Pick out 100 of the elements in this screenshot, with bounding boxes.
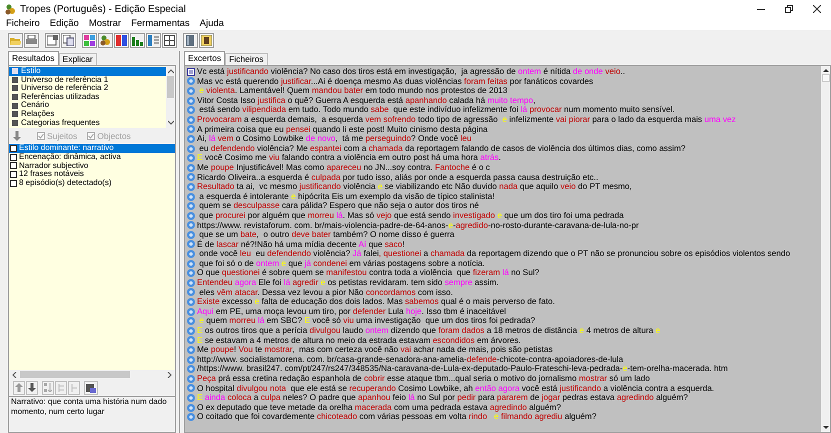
tab[interactable]: Resultados [8, 51, 59, 65]
excerpt-text: a esquerda é intolerante e hipócrita Eis um exemplo da visão de típico stalinista! [198, 192, 494, 202]
menu-item[interactable]: Fermamentas [130, 16, 191, 32]
toolbar-button[interactable] [98, 32, 113, 48]
book-icon [185, 34, 196, 46]
excerpt-text: A primeira coisa que eu pensei quando li este post! Muito cinismo desta página [197, 124, 488, 134]
toolbar-button[interactable] [183, 32, 198, 48]
excerpt-text: Vc está justificando violência? No caso dos tiros está em investigação, ja agressão de ontem é nítida de onde veio.. [197, 67, 626, 77]
excerpt-text: O ex deputado que teve metade da orelha macerada com uma pedrada estava agredindo alguém? [197, 402, 561, 412]
close-icon [813, 5, 821, 13]
excerpt-text: E você Cosimo me viu falando contra a violência em outro post há uma hora atrás. [197, 153, 501, 163]
color-blocks-icon [116, 34, 127, 46]
toolbar-button[interactable] [199, 32, 214, 48]
horizontal-scrollbar[interactable] [9, 370, 175, 379]
excerpt-text: E se estavam a 4 metros de altura no meio da estrada estavam escondidos em árvores. [197, 336, 521, 346]
scroll-right-icon [167, 372, 173, 378]
excerpt-text: e quem morreu lá em SBC? E você só viu uma investigação que um dos tiros foi pedrada? [199, 316, 536, 326]
excerpt-text: que foi só o de ontem e que já condenei em várias postagens sobre a notícia. [198, 258, 485, 268]
bar-chart-icon [132, 34, 143, 46]
scroll-down-icon [822, 425, 828, 430]
excerpt-text: http://www. socialistamorena. com. br/casa-grande-senadora-ana-amelia-defende-chicote-contra-apoiadores-de-lula [197, 354, 624, 364]
notebook-icon [201, 34, 212, 46]
move-down-button[interactable] [26, 380, 38, 394]
excerpt-text: O hospital divulgou nota que ele está se recuperando Cosimo Lowbike, ah então agora você está justificando a violência contra a esquerda. [197, 384, 714, 394]
tab[interactable]: Excertos [184, 51, 226, 65]
scrollbar[interactable] [166, 66, 175, 128]
toolbar-button[interactable] [61, 32, 76, 48]
tree-item[interactable]: Referências utilizadas [9, 92, 166, 102]
document-icon [187, 68, 195, 76]
paste-button[interactable] [84, 380, 98, 394]
excerpt-text: Vitor Costa Isso justifica o quê? Guerra A esquerda está apanhando calada há muito tempo, [197, 96, 536, 106]
excerpt-text: eu defendendo violência? Me espantei com a chamada da reportagem falando de casos de violência dos últimos dias, como assim? [198, 144, 686, 154]
toolbar-button[interactable] [162, 32, 177, 48]
up-arrow-icon [15, 383, 23, 392]
excerpt-text: está sendo vilipendiada em tudo. Todo mundo sabe que este indivíduo infelizmente foi lá provocar num momento muito sensível. [198, 105, 675, 115]
explanation-text: Narrativo: que conta uma história num dado momento, num certo lugar [9, 396, 175, 432]
tree-item[interactable]: Relações [9, 110, 166, 119]
menu-item[interactable]: Ficheiro [5, 16, 41, 32]
app-icon [5, 4, 16, 14]
excerpt-text: quem se desculpasse cara pálida? Espero que não seja o autor dos tiros né [198, 201, 479, 211]
excerpt-text: Me poupe! Vou te mostrar, mas com certeza você não vai achar nada de mais, pois são petistas [197, 345, 553, 355]
excerpt-text: Resultado ta ai, vc mesmo justificando violência e se viabilizando etc Não duvido nada que aquilo veio do PT mesmo, [197, 182, 632, 192]
tab[interactable]: Explicar [58, 53, 97, 65]
excerpt-text: https://www. revistaforum. com. br/mais-violencia-padre-de-64-anos-e-agredido-no-rosto-durante-caravana-de-lula-no-pr [197, 220, 639, 230]
excerpt-text: Peça prá essa cretina redação espanhola de cobrir esse ataque tbm...qual seria o motivo do jornalismo mostrar só um lado [197, 374, 650, 384]
scroll-down-icon [168, 120, 174, 126]
clipboard-icon [86, 382, 96, 392]
excerpt-text: Ai, lá vem o Cosimo Lowbike de novo, tá me perseguindo? Onde você leu [197, 134, 472, 144]
excerpt-text: que se um bate, o outro deve bater também? O nome disso é guerra [199, 230, 454, 240]
tree-item[interactable]: Universo de referência 1 [9, 76, 166, 84]
toolbar-button[interactable] [130, 32, 145, 48]
list-item[interactable]: Narrador subjectivo [9, 162, 175, 170]
minimize-icon [757, 8, 765, 10]
grid-icon [84, 34, 95, 46]
down-arrow-icon [13, 131, 21, 141]
menu-item[interactable]: Mostrar [88, 16, 122, 32]
excerpt-text: Aqui em PE, uma moça levou um tiro, por defender Lula hoje. Isso tbm é inaceitável [197, 306, 506, 316]
sort-icon [44, 383, 52, 392]
excerpt-text: eles vêm atacar. Dessa vez levou a pior Não concordamos com isso. [198, 288, 453, 298]
tree-item[interactable]: Universo de referência 2 [9, 84, 166, 93]
toolbar-button[interactable] [24, 32, 39, 48]
list-icon [148, 34, 159, 46]
excerpt-text: E ainda coloca a culpa neles? O padre que apanhou feio lá no Sul por pedir para pararem de jogar pedras estava agredindo alguém? [197, 393, 688, 403]
list-item[interactable]: Estilo dominante: narrativo [9, 144, 175, 153]
excerpt-text: Existe excesso e falta de educação dos dois lados. Mas sabemos qual é o mais perverso de fato. [197, 297, 555, 307]
excerpt-text: Me poupe Injustificável! Mas como apareceu no JN...soy contra. Fantoche é o c [197, 162, 490, 173]
excerpt-text: O coitado que foi covardemente chicoteado com várias pessoas em volta rindo e filmando agrediu alguém? [197, 412, 596, 422]
toolbar-button[interactable] [114, 32, 129, 48]
tree-icon [70, 384, 78, 392]
toolbar-button[interactable] [82, 32, 97, 48]
toolbar-button[interactable] [45, 32, 60, 48]
scroll-thumb[interactable] [167, 76, 174, 98]
scroll-thumb[interactable] [20, 371, 130, 378]
excerpt-text: e violenta. Lamentável! Quem mandou bater em todo mundo nos protestos de 2013 [198, 86, 508, 96]
excerpt-text: /https://www. brasil247. com/pt/247/rs247/348535/Na-caravana-de-Lula-ex-deputado-Paulo-Frateschi-leva-pedrada-e-tem-orelha-macerada. htm [197, 364, 728, 374]
printer-icon [26, 34, 37, 46]
tree-icon [58, 384, 64, 392]
menu-item[interactable]: Edição [48, 16, 80, 32]
menu-item[interactable]: Ajuda [198, 16, 225, 32]
excerpt-text: É de lascar né?!Não há uma mídia decente Aí que saco! [197, 240, 405, 250]
tab[interactable]: Ficheiros [225, 53, 268, 65]
properties-icon [47, 34, 58, 46]
tree-item[interactable]: Categorias frequentes [9, 118, 166, 128]
excerpt-text: que procurei por alguém que morreu lá. Mas só vejo que está sendo investigado e que um dos tiro foi uma pedrada [198, 210, 624, 220]
tree-item[interactable]: Estilo [9, 67, 166, 76]
excerpt-text: Entendeu agora Ele foi lá agredir e os petistas revidaram. tem sido sempre assim. [197, 278, 499, 288]
scroll-up-icon [168, 68, 174, 74]
list-item[interactable]: 8 episódio(s) detectado(s) [9, 179, 175, 188]
down-arrow-icon [28, 383, 36, 392]
restore-icon [785, 5, 793, 13]
scrollbar[interactable] [821, 66, 830, 432]
list-item[interactable]: Encenação: dinâmica, activa [9, 152, 175, 162]
checkmark-icon [88, 133, 94, 139]
toolbar-button[interactable] [146, 32, 161, 48]
window-title: Tropes (Português) - Edição Especial [20, 2, 186, 16]
tree-item[interactable]: Cenário [9, 101, 166, 110]
list-item[interactable]: 12 frases notáveis [9, 170, 175, 180]
checkmark-icon [38, 133, 44, 139]
copy-icon [63, 34, 74, 46]
scroll-thumb[interactable] [822, 74, 830, 82]
